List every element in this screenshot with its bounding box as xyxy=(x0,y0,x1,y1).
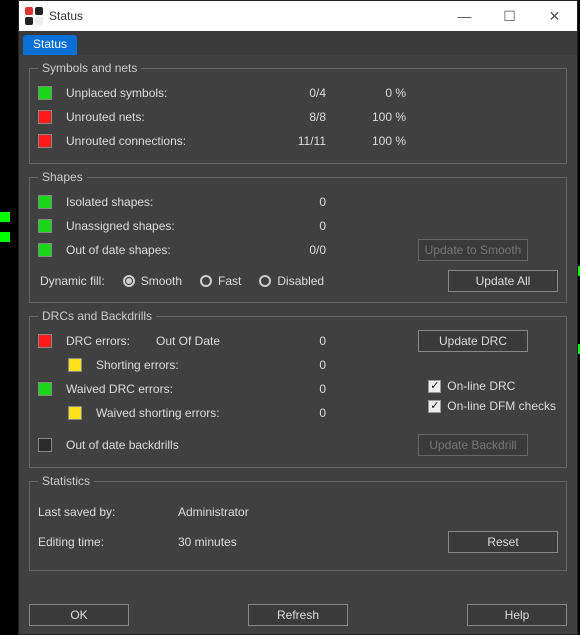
help-button[interactable]: Help xyxy=(467,604,567,626)
status-square xyxy=(38,86,52,100)
reset-button[interactable]: Reset xyxy=(448,531,558,553)
row-drc-errors: DRC errors: Out Of Date 0 Update DRC xyxy=(38,329,558,353)
label: Unplaced symbols: xyxy=(66,86,256,100)
row-outofdate-shapes: Out of date shapes: 0/0 Update to Smooth xyxy=(38,238,558,262)
status-square xyxy=(38,219,52,233)
status-square xyxy=(68,358,82,372)
close-button[interactable]: ✕ xyxy=(532,1,577,31)
label: Waived shorting errors: xyxy=(96,406,262,420)
value: 0 xyxy=(262,406,326,420)
label: Isolated shapes: xyxy=(66,195,256,209)
value: 0 xyxy=(256,195,326,209)
value: 8/8 xyxy=(256,110,326,124)
label: DRC errors: xyxy=(66,334,156,348)
minimize-button[interactable]: — xyxy=(442,1,487,31)
status-square xyxy=(38,382,52,396)
value: 0/0 xyxy=(256,243,326,257)
row-isolated-shapes: Isolated shapes: 0 xyxy=(38,190,558,214)
group-symbols-nets: Symbols and nets Unplaced symbols: 0/4 0… xyxy=(29,61,567,164)
value: Administrator xyxy=(178,505,338,519)
row-unrouted-connections: Unrouted connections: 11/11 100 % xyxy=(38,129,558,153)
dynamic-fill-label: Dynamic fill: xyxy=(40,274,105,288)
row-unrouted-nets: Unrouted nets: 8/8 100 % xyxy=(38,105,558,129)
tab-bar: Status xyxy=(19,31,577,55)
tab-status[interactable]: Status xyxy=(23,35,77,55)
app-icon xyxy=(25,7,43,25)
label: Unrouted nets: xyxy=(66,110,256,124)
row-shorting-errors: Shorting errors: 0 xyxy=(68,353,558,377)
label: Shorting errors: xyxy=(96,358,262,372)
label: Out of date backdrills xyxy=(66,438,256,452)
value: 0 xyxy=(256,334,326,348)
legend-shapes: Shapes xyxy=(38,170,87,184)
row-saved-by: Last saved by: Administrator xyxy=(38,500,558,524)
ok-button[interactable]: OK xyxy=(29,604,129,626)
value: 0 xyxy=(262,358,326,372)
check-online-drc[interactable]: ✓On-line DRC xyxy=(428,379,556,393)
label: Unassigned shapes: xyxy=(66,219,256,233)
legend-drc: DRCs and Backdrills xyxy=(38,309,156,323)
status-square xyxy=(38,243,52,257)
radio-smooth[interactable]: Smooth xyxy=(123,274,182,288)
status-square xyxy=(38,195,52,209)
window-title: Status xyxy=(49,9,83,23)
row-editing-time: Editing time: 30 minutes Reset xyxy=(38,530,558,554)
legend-stats: Statistics xyxy=(38,474,94,488)
update-all-button[interactable]: Update All xyxy=(448,270,558,292)
value: 11/11 xyxy=(256,134,326,148)
value: 0/4 xyxy=(256,86,326,100)
status-square xyxy=(68,406,82,420)
drc-status: Out Of Date xyxy=(156,334,256,348)
row-unplaced-symbols: Unplaced symbols: 0/4 0 % xyxy=(38,81,558,105)
label: Editing time: xyxy=(38,535,178,549)
status-square xyxy=(38,438,52,452)
status-square xyxy=(38,110,52,124)
row-unassigned-shapes: Unassigned shapes: 0 xyxy=(38,214,558,238)
percent: 0 % xyxy=(336,86,406,100)
radio-disabled[interactable]: Disabled xyxy=(259,274,324,288)
label: Waived DRC errors: xyxy=(66,382,256,396)
percent: 100 % xyxy=(336,134,406,148)
update-drc-button[interactable]: Update DRC xyxy=(418,330,528,352)
radio-fast[interactable]: Fast xyxy=(200,274,241,288)
label: Unrouted connections: xyxy=(66,134,256,148)
percent: 100 % xyxy=(336,110,406,124)
check-online-dfm[interactable]: ✓On-line DFM checks xyxy=(428,399,556,413)
group-shapes: Shapes Isolated shapes: 0 Unassigned sha… xyxy=(29,170,567,303)
group-drc: DRCs and Backdrills DRC errors: Out Of D… xyxy=(29,309,567,468)
refresh-button[interactable]: Refresh xyxy=(248,604,348,626)
status-square xyxy=(38,134,52,148)
titlebar: Status — ☐ ✕ xyxy=(19,1,577,31)
maximize-button[interactable]: ☐ xyxy=(487,1,532,31)
value: 0 xyxy=(256,219,326,233)
group-statistics: Statistics Last saved by: Administrator … xyxy=(29,474,567,571)
value: 0 xyxy=(256,382,326,396)
value: 30 minutes xyxy=(178,535,338,549)
update-to-smooth-button: Update to Smooth xyxy=(418,239,528,261)
status-square xyxy=(38,334,52,348)
row-backdrills: Out of date backdrills Update Backdrill xyxy=(38,433,558,457)
update-backdrill-button: Update Backdrill xyxy=(418,434,528,456)
label: Last saved by: xyxy=(38,505,178,519)
label: Out of date shapes: xyxy=(66,243,256,257)
legend-symbols: Symbols and nets xyxy=(38,61,141,75)
